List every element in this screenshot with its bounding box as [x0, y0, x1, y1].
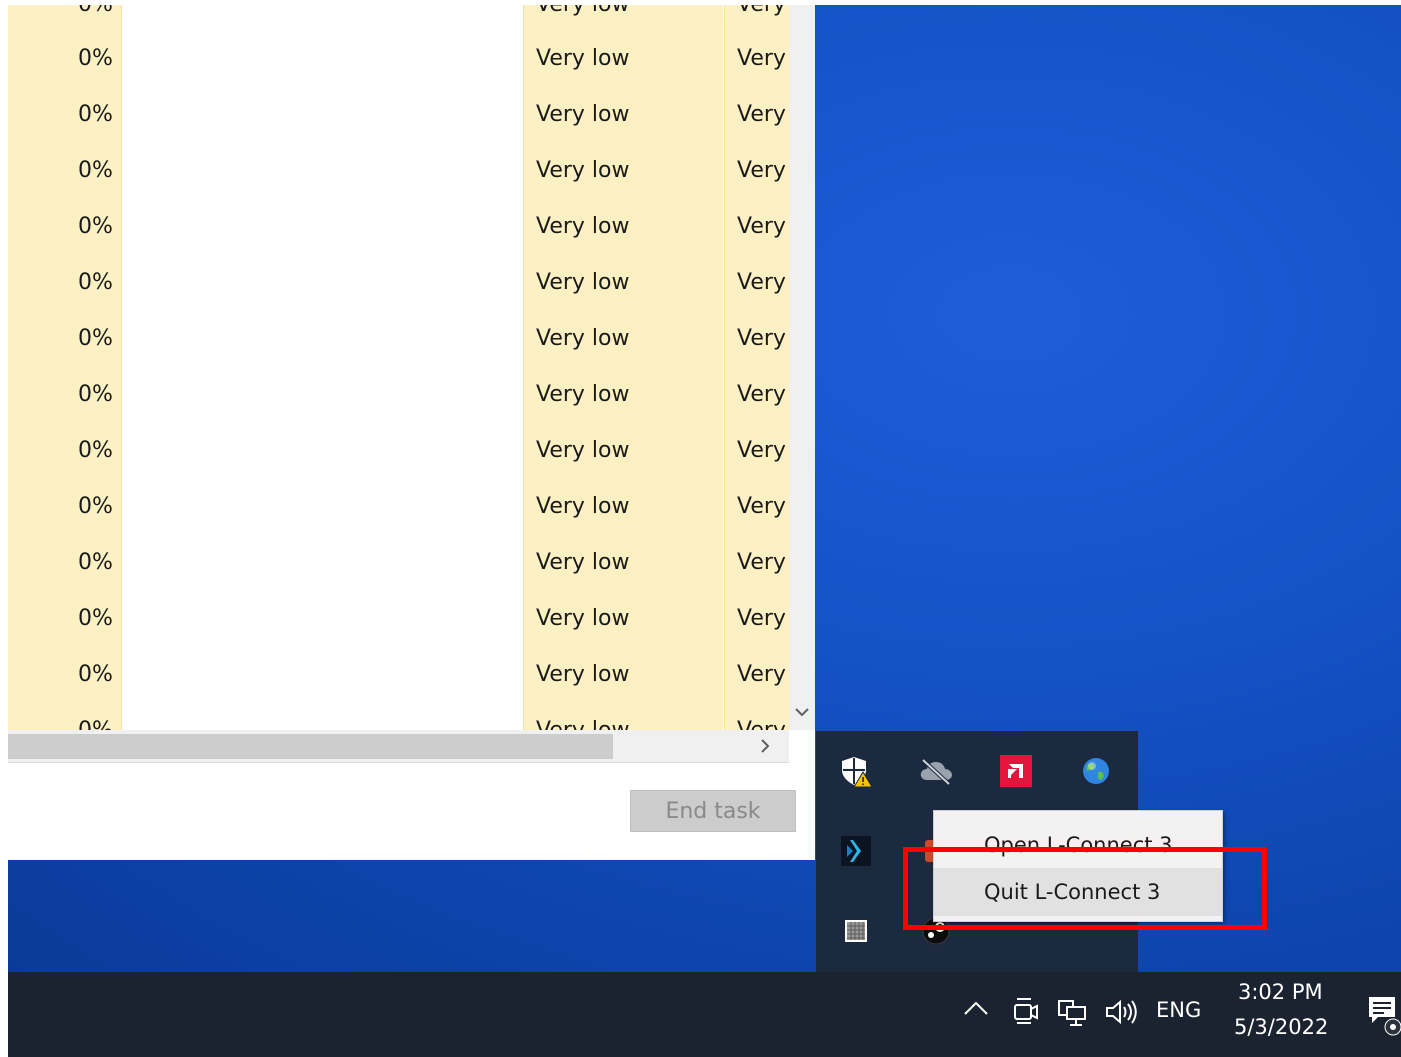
table-row[interactable]: 0% Very low Very: [8, 591, 789, 647]
table-row[interactable]: 0% Very low Very: [8, 199, 789, 255]
table-row[interactable]: 0% Very low Very: [8, 535, 789, 591]
table-row[interactable]: 0% Very low Very: [8, 423, 789, 479]
power-usage-cell: Very low: [536, 606, 630, 631]
cpu-cell: 0%: [78, 158, 113, 183]
amd-radeon-icon[interactable]: [996, 751, 1036, 791]
meet-now-icon[interactable]: [1011, 995, 1039, 1031]
chevron-down-icon[interactable]: [789, 699, 815, 725]
cpu-cell: 0%: [78, 46, 113, 71]
power-trend-cell: Very: [737, 158, 786, 183]
power-trend-cell: Very: [737, 438, 786, 463]
security-warning-icon[interactable]: [836, 751, 876, 791]
power-usage-cell: Very low: [536, 102, 630, 127]
table-row[interactable]: 0% Very low Very: [8, 255, 789, 311]
power-trend-cell: Very: [737, 662, 786, 687]
cpu-cell: 0%: [78, 270, 113, 295]
power-usage-cell: Very low: [536, 550, 630, 575]
power-trend-cell: Very: [737, 5, 786, 33]
power-usage-cell: Very low: [536, 5, 630, 33]
cpu-cell: 0%: [78, 703, 113, 730]
power-trend-cell: Very: [737, 703, 786, 730]
cpu-cell: 0%: [78, 494, 113, 519]
vertical-scrollbar[interactable]: [789, 5, 815, 730]
cpu-cell: 0%: [78, 438, 113, 463]
end-task-button[interactable]: End task: [630, 790, 796, 832]
power-usage-cell: Very low: [536, 46, 630, 71]
power-usage-cell: Very low: [536, 158, 630, 183]
network-globe-icon[interactable]: [1076, 751, 1116, 791]
action-center-notification-icon[interactable]: [1366, 993, 1401, 1041]
table-row-partial[interactable]: 0% Very low Very: [8, 5, 789, 33]
process-table: 0% Very low Very 0% Very low Very 0% Ver…: [8, 5, 789, 730]
show-hidden-icons-chevron-up-icon[interactable]: [962, 998, 990, 1022]
cpu-cell: 0%: [78, 214, 113, 239]
clock-time[interactable]: 3:02 PM: [1238, 980, 1328, 1004]
horizontal-scroll-thumb[interactable]: [8, 734, 613, 759]
annotation-highlight-box: [903, 847, 1267, 930]
horizontal-scrollbar[interactable]: [8, 730, 789, 763]
grid-app-icon[interactable]: [836, 911, 876, 951]
power-trend-cell: Very: [737, 550, 786, 575]
table-row[interactable]: 0% Very low Very: [8, 367, 789, 423]
l-connect-icon[interactable]: [836, 831, 876, 871]
power-usage-cell: Very low: [536, 326, 630, 351]
power-trend-cell: Very: [737, 382, 786, 407]
table-row[interactable]: 0% Very low Very: [8, 87, 789, 143]
cpu-cell: 0%: [78, 102, 113, 127]
table-row[interactable]: 0% Very low Very: [8, 311, 789, 367]
power-trend-cell: Very: [737, 214, 786, 239]
power-trend-cell: Very: [737, 102, 786, 127]
table-row[interactable]: 0% Very low Very: [8, 647, 789, 703]
table-row[interactable]: 0% Very low Very: [8, 479, 789, 535]
cloud-offline-icon[interactable]: [916, 751, 956, 791]
cpu-cell: 0%: [78, 550, 113, 575]
power-usage-cell: Very low: [536, 270, 630, 295]
task-manager-window: 0% Very low Very 0% Very low Very 0% Ver…: [8, 5, 815, 860]
power-usage-cell: Very low: [536, 382, 630, 407]
volume-speaker-icon[interactable]: [1103, 997, 1139, 1031]
table-row[interactable]: 0% Very low Very: [8, 31, 789, 87]
table-row-partial[interactable]: 0% Very low Very: [8, 703, 789, 730]
cpu-cell: 0%: [78, 5, 113, 33]
cpu-cell: 0%: [78, 382, 113, 407]
power-trend-cell: Very: [737, 46, 786, 71]
network-ethernet-icon[interactable]: [1055, 997, 1089, 1033]
power-trend-cell: Very: [737, 494, 786, 519]
power-usage-cell: Very low: [536, 438, 630, 463]
power-trend-cell: Very: [737, 270, 786, 295]
cpu-cell: 0%: [78, 606, 113, 631]
cpu-cell: 0%: [78, 326, 113, 351]
power-trend-cell: Very: [737, 606, 786, 631]
power-usage-cell: Very low: [536, 214, 630, 239]
power-trend-cell: Very: [737, 326, 786, 351]
input-language-indicator[interactable]: ENG: [1156, 998, 1201, 1022]
cpu-cell: 0%: [78, 662, 113, 687]
power-usage-cell: Very low: [536, 703, 630, 730]
chevron-right-icon[interactable]: [753, 732, 777, 760]
power-usage-cell: Very low: [536, 662, 630, 687]
table-row[interactable]: 0% Very low Very: [8, 143, 789, 199]
power-usage-cell: Very low: [536, 494, 630, 519]
clock-date[interactable]: 5/3/2022: [1234, 1015, 1334, 1039]
